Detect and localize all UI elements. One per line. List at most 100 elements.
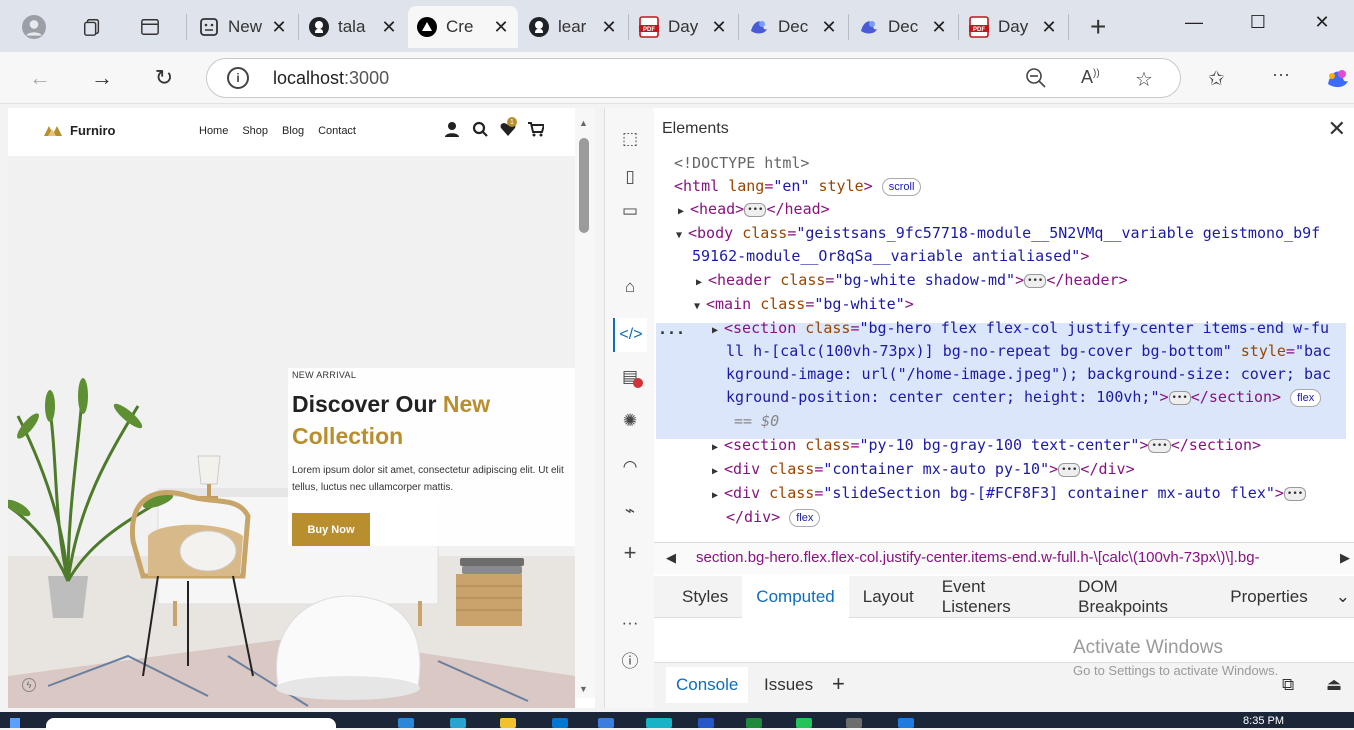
tab-styles[interactable]: Styles — [668, 576, 742, 618]
collapse-drawer-icon[interactable]: ⏏ — [1326, 675, 1342, 695]
help-icon[interactable]: ⓘ — [617, 646, 643, 672]
more-tools-plus-icon[interactable]: + — [617, 540, 643, 566]
scroll-thumb[interactable] — [579, 138, 589, 233]
close-tab-icon[interactable]: ✕ — [600, 17, 618, 38]
breadcrumb-right-arrow-icon[interactable]: ▶ — [1340, 550, 1350, 566]
site-logo[interactable]: Furniro — [44, 123, 116, 138]
tab-4[interactable]: PDF Day ✕ — [630, 6, 736, 48]
inspect-element-icon[interactable]: ⬚ — [617, 126, 643, 152]
read-aloud-icon[interactable]: A)) — [1081, 67, 1100, 88]
close-devtools-icon[interactable]: ✕ — [1328, 116, 1346, 142]
profile-avatar[interactable] — [14, 6, 54, 48]
tab-0[interactable]: New ✕ — [190, 6, 296, 48]
favorites-icon[interactable]: ✩ — [1208, 66, 1225, 91]
dom-tree[interactable]: ··· <!DOCTYPE html> <html lang="en" styl… — [654, 152, 1354, 542]
dom-node-selected[interactable]: ▶ <section class="bg-hero flex flex-col j… — [712, 317, 1329, 342]
collapsed-ellipsis-icon[interactable]: ••• — [1058, 463, 1081, 477]
taskbar-app-icon[interactable] — [846, 718, 862, 728]
expand-triangle-icon[interactable]: ▶ — [712, 460, 724, 483]
dom-node[interactable]: ▶ <header class="bg-white shadow-md"> ••• <… — [696, 269, 1128, 294]
tab-console[interactable]: Console — [666, 667, 749, 703]
taskbar-folder-icon[interactable] — [500, 718, 516, 728]
page-scrollbar[interactable]: ▲ ▼ — [575, 108, 595, 698]
dom-node[interactable]: ▶ <section class="py-10 bg-gray-100 text-… — [712, 434, 1261, 459]
refresh-button[interactable]: ↻ — [148, 64, 180, 92]
taskbar-vscode-icon[interactable] — [898, 718, 914, 728]
welcome-home-icon[interactable]: ⌂ — [617, 274, 643, 300]
forward-button[interactable]: → — [86, 64, 118, 92]
collapsed-ellipsis-icon[interactable]: ••• — [1148, 439, 1171, 453]
performance-icon[interactable]: ⌁ — [617, 498, 643, 524]
taskbar-app-icon[interactable] — [746, 718, 762, 728]
close-tab-icon[interactable]: ✕ — [820, 17, 838, 38]
tab-5[interactable]: Dec ✕ — [740, 6, 846, 48]
sources-bug-icon[interactable]: ✺ — [617, 408, 643, 434]
cart-icon[interactable] — [528, 121, 544, 137]
taskbar-whatsapp-icon[interactable] — [796, 718, 812, 728]
dom-node[interactable]: ▶ <div class="container mx-auto py-10"> ••… — [712, 458, 1135, 483]
more-menu-icon[interactable]: ··· — [1272, 64, 1290, 85]
scroll-down-arrow-icon[interactable]: ▼ — [579, 684, 588, 694]
collapse-triangle-icon[interactable]: ▼ — [694, 295, 706, 318]
close-tab-icon[interactable]: ✕ — [492, 17, 510, 38]
collapsed-ellipsis-icon[interactable]: ••• — [744, 203, 767, 217]
taskbar-app-icon[interactable] — [698, 718, 714, 728]
collapse-triangle-icon[interactable]: ▼ — [676, 224, 688, 247]
expand-triangle-icon[interactable]: ▶ — [678, 200, 690, 223]
taskbar-app-icon[interactable] — [398, 718, 414, 728]
breadcrumb-left-arrow-icon[interactable]: ◀ — [666, 550, 676, 566]
user-icon[interactable] — [444, 121, 460, 137]
nav-shop[interactable]: Shop — [242, 125, 268, 137]
taskbar-search[interactable] — [46, 718, 336, 730]
chevron-down-icon[interactable]: ⌄ — [1322, 576, 1354, 618]
nav-blog[interactable]: Blog — [282, 125, 304, 137]
rail-more-icon[interactable]: ··· — [617, 610, 643, 636]
taskbar-app-icon[interactable] — [598, 718, 614, 728]
dom-node[interactable]: ▶ <div class="slideSection bg-[#FCF8F3] c… — [712, 482, 1307, 507]
collapsed-ellipsis-icon[interactable]: ••• — [1168, 391, 1191, 405]
tab-properties[interactable]: Properties — [1216, 576, 1321, 618]
nav-home[interactable]: Home — [199, 125, 228, 137]
taskbar-app-icon[interactable] — [552, 718, 568, 728]
close-window-button[interactable]: ✕ — [1290, 0, 1354, 44]
dom-node[interactable]: ▼ <body class="geistsans_9fc57718-module_… — [676, 222, 1320, 247]
collapsed-ellipsis-icon[interactable]: ••• — [1283, 487, 1307, 501]
expand-triangle-icon[interactable]: ▶ — [712, 319, 724, 342]
nav-contact[interactable]: Contact — [318, 125, 356, 137]
expand-triangle-icon[interactable]: ▶ — [696, 271, 708, 294]
maximize-button[interactable]: ☐ — [1226, 0, 1290, 44]
url-bar[interactable]: i localhost:3000 A)) ☆ — [206, 58, 1181, 98]
network-icon[interactable]: ◠ — [617, 454, 643, 480]
flex-badge[interactable]: flex — [1290, 389, 1322, 407]
tab-1[interactable]: tala ✕ — [300, 6, 406, 48]
scroll-badge[interactable]: scroll — [881, 178, 922, 196]
new-tab-button[interactable]: + — [1082, 6, 1118, 48]
start-button[interactable] — [10, 718, 20, 728]
close-tab-icon[interactable]: ✕ — [930, 17, 948, 38]
buy-now-button[interactable]: Buy Now — [292, 513, 370, 546]
collapsed-ellipsis-icon[interactable]: ••• — [1024, 274, 1047, 288]
taskbar-edge-icon[interactable] — [646, 718, 672, 728]
device-emulation-icon[interactable]: ▯ — [617, 164, 643, 190]
node-actions-ellipsis-icon[interactable]: ··· — [658, 322, 685, 345]
minimize-button[interactable]: — — [1162, 0, 1226, 44]
workspaces-button[interactable] — [74, 6, 110, 48]
expand-triangle-icon[interactable]: ▶ — [712, 436, 724, 459]
close-tab-icon[interactable]: ✕ — [710, 17, 728, 38]
close-tab-icon[interactable]: ✕ — [1040, 17, 1058, 38]
taskbar-clock[interactable]: 8:35 PM — [1243, 715, 1284, 727]
breadcrumb-text[interactable]: section.bg-hero.flex.flex-col.justify-ce… — [696, 549, 1332, 566]
tab-event-listeners[interactable]: Event Listeners — [928, 576, 1064, 618]
tab-2-active[interactable]: Cre ✕ — [408, 6, 518, 48]
dom-node[interactable]: <html lang="en" style> scroll — [674, 175, 922, 198]
back-button[interactable]: ← — [24, 64, 56, 92]
wishlist-button[interactable]: 1 — [500, 117, 517, 140]
tab-issues[interactable]: Issues — [764, 675, 813, 695]
dom-node[interactable]: <!DOCTYPE html> — [674, 152, 809, 175]
zoom-icon[interactable] — [1025, 67, 1047, 95]
tab-7[interactable]: PDF Day ✕ — [960, 6, 1066, 48]
url-text[interactable]: localhost:3000 — [273, 68, 389, 89]
flex-badge[interactable]: flex — [789, 509, 821, 527]
close-tab-icon[interactable]: ✕ — [380, 17, 398, 38]
favorite-star-icon[interactable]: ☆ — [1135, 67, 1153, 92]
